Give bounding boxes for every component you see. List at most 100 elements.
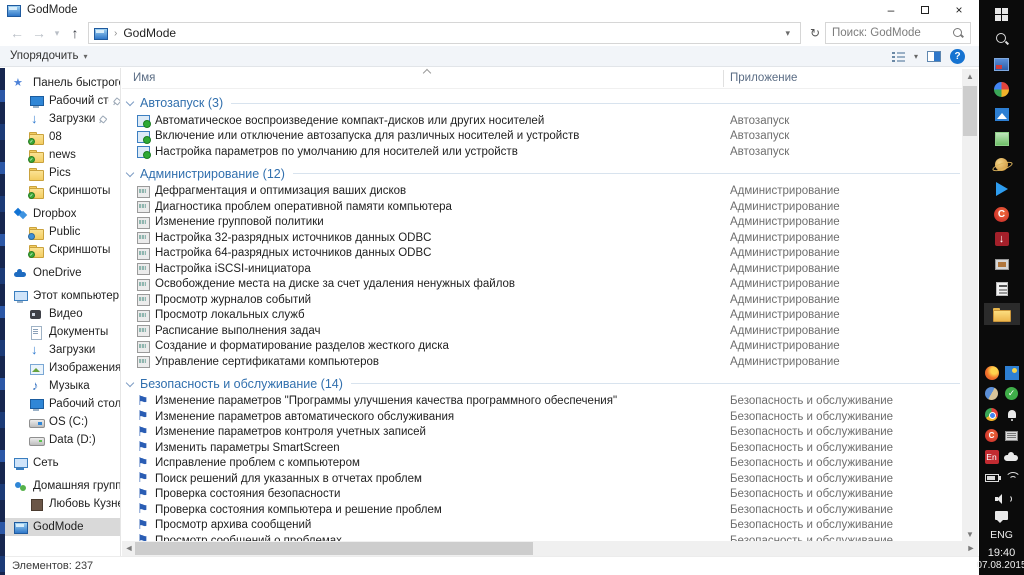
sidebar-item-скриншоты[interactable]: ✓Скриншоты [5,241,120,259]
preview-pane-icon[interactable] [927,51,941,62]
photos-icon[interactable] [1003,364,1021,382]
sidebar-item-музыка[interactable]: Музыка [5,377,120,395]
organize-button[interactable]: Упорядочить ▾ [10,50,87,62]
onedrive-cloud-icon[interactable] [1003,448,1021,466]
chevron-down-icon[interactable] [126,168,134,176]
update-icon[interactable]: ✓ [1003,385,1021,403]
scroll-left-icon[interactable]: ◄ [122,541,136,556]
sidebar-item-изображения[interactable]: Изображения [5,359,120,377]
language-indicator[interactable]: ENG [990,529,1013,541]
sidebar-item-08[interactable]: ✓08 [5,128,120,146]
notifications-bell-icon[interactable] [1003,406,1021,424]
ccleaner-icon[interactable]: C [984,203,1020,225]
sidebar-item-data-d-[interactable]: Data (D:) [5,431,120,449]
list-item[interactable]: Освобождение места на диске за счет удал… [122,277,962,293]
media-player-icon[interactable] [984,178,1020,200]
search-input[interactable]: Поиск: GodMode [825,22,971,44]
maximize-button[interactable] [908,0,942,20]
group-header[interactable]: Безопасность и обслуживание (14) [122,374,962,394]
action-center-icon[interactable] [993,508,1011,526]
scroll-up-icon[interactable]: ▲ [962,69,978,84]
list-item[interactable]: Изменить параметры SmartScreenБезопаснос… [122,440,962,456]
clock-date[interactable]: 07.08.2015 [976,560,1024,571]
sidebar-item-загрузки[interactable]: Загрузки [5,341,120,359]
sidebar-item-news[interactable]: ✓news [5,146,120,164]
sidebar-item-dropbox[interactable]: Dropbox [5,205,120,223]
up-button[interactable]: ↑ [64,25,86,41]
address-dropdown-icon[interactable]: ▾ [779,28,796,39]
search-icon[interactable] [952,27,964,39]
horizontal-scroll-thumb[interactable] [135,542,533,555]
pinwheel-icon[interactable] [984,78,1020,100]
list-item[interactable]: Изменение параметров контроля учетных за… [122,425,962,441]
group-header[interactable]: Администрирование (12) [122,164,962,184]
list-item[interactable]: Исправление проблем с компьютеромБезопас… [122,456,962,472]
list-item[interactable]: Автоматическое воспроизведение компакт-д… [122,113,962,129]
list-item[interactable]: Настройка 32-разрядных источников данных… [122,230,962,246]
list-item[interactable]: Проверка состояния безопасностиБезопасно… [122,487,962,503]
list-item[interactable]: Изменение параметров "Программы улучшени… [122,394,962,410]
lang-en-icon[interactable]: En [983,448,1001,466]
list-item[interactable]: Просмотр локальных службАдминистрировани… [122,308,962,324]
list-item[interactable]: Просмотр журналов событийАдминистрирован… [122,292,962,308]
photo-app-icon[interactable] [984,103,1020,125]
list-item[interactable]: Дефрагментация и оптимизация ваших диско… [122,184,962,200]
file-explorer-icon[interactable] [984,303,1020,325]
chrome-icon[interactable] [983,406,1001,424]
column-header-name[interactable]: Имя [133,72,155,84]
back-button[interactable]: ← [6,25,28,41]
list-item[interactable]: Настройка параметров по умолчанию для но… [122,144,962,160]
sidebar-item-public[interactable]: Public [5,223,120,241]
sidebar-item-godmode[interactable]: GodMode [5,518,120,536]
notes-app-icon[interactable] [984,128,1020,150]
vertical-scroll-thumb[interactable] [963,86,977,136]
help-button[interactable]: ? [950,49,965,64]
horizontal-scrollbar[interactable]: ◄ ► [122,541,978,556]
planet-app-icon[interactable] [984,153,1020,175]
sidebar-item-любовь-кузнецова[interactable]: Любовь Кузнецова [5,495,120,513]
chevron-down-icon[interactable] [126,98,134,106]
download-manager-icon[interactable]: ↓ [984,228,1020,250]
address-bar[interactable]: › GodMode ▾ [88,22,801,44]
list-item[interactable]: Расписание выполнения задачАдминистриров… [122,323,962,339]
list-item[interactable]: Включение или отключение автозапуска для… [122,129,962,145]
list-item[interactable]: Управление сертификатами компьютеровАдми… [122,354,962,370]
sidebar-item-загрузки[interactable]: Загрузки [5,110,120,128]
sidebar-item-os-c-[interactable]: OS (C:) [5,413,120,431]
list-item[interactable]: Настройка 64-разрядных источников данных… [122,246,962,262]
minimize-button[interactable]: – [874,0,908,20]
sidebar-item-сеть[interactable]: Сеть [5,454,120,472]
view-list-icon[interactable] [892,51,905,62]
view-dropdown-icon[interactable]: ▾ [914,52,918,61]
sidebar-item-рабочий-стол[interactable]: Рабочий стол [5,395,120,413]
breadcrumb[interactable]: GodMode [123,26,176,40]
sidebar-item-видео[interactable]: Видео [5,305,120,323]
list-item[interactable]: Диагностика проблем оперативной памяти к… [122,199,962,215]
start-icon[interactable] [984,3,1020,25]
list-item[interactable]: Изменение параметров автоматического обс… [122,409,962,425]
titlebar[interactable]: GodMode – × [0,0,979,20]
list-item[interactable]: Проверка состояния компьютера и решение … [122,502,962,518]
wifi-icon[interactable] [1003,469,1021,487]
sidebar-item-рабочий-стол[interactable]: Рабочий стол [5,92,120,110]
list-item[interactable]: Настройка iSCSI-инициатораАдминистрирова… [122,261,962,277]
list-item[interactable]: Поиск решений для указанных в отчетах пр… [122,471,962,487]
list-item[interactable]: Просмотр архива сообщенийБезопасность и … [122,518,962,534]
refresh-icon[interactable]: ↻ [805,26,825,40]
column-header-app[interactable]: Приложение [730,72,797,84]
sidebar-item-этот-компьютер[interactable]: Этот компьютер [5,287,120,305]
opera-icon[interactable] [983,385,1001,403]
calculator-icon[interactable] [984,278,1020,300]
sidebar-item-onedrive[interactable]: OneDrive [5,264,120,282]
recent-locations-chevron-icon[interactable]: ▾ [50,28,64,39]
sidebar-item-документы[interactable]: Документы [5,323,120,341]
close-button[interactable]: × [942,0,976,20]
sidebar-item-домашняя-группа[interactable]: Домашняя группа [5,477,120,495]
group-header[interactable]: Автозапуск (3) [122,93,962,113]
breadcrumb-chevron-icon[interactable]: › [114,28,117,39]
ccleaner-tray-icon[interactable]: C [983,427,1001,445]
keyboard-icon[interactable] [1003,427,1021,445]
search-icon[interactable] [984,28,1020,50]
sidebar-item-панель-быстрого-дс[interactable]: Панель быстрого дс [5,74,120,92]
image-viewer-icon[interactable] [984,253,1020,275]
